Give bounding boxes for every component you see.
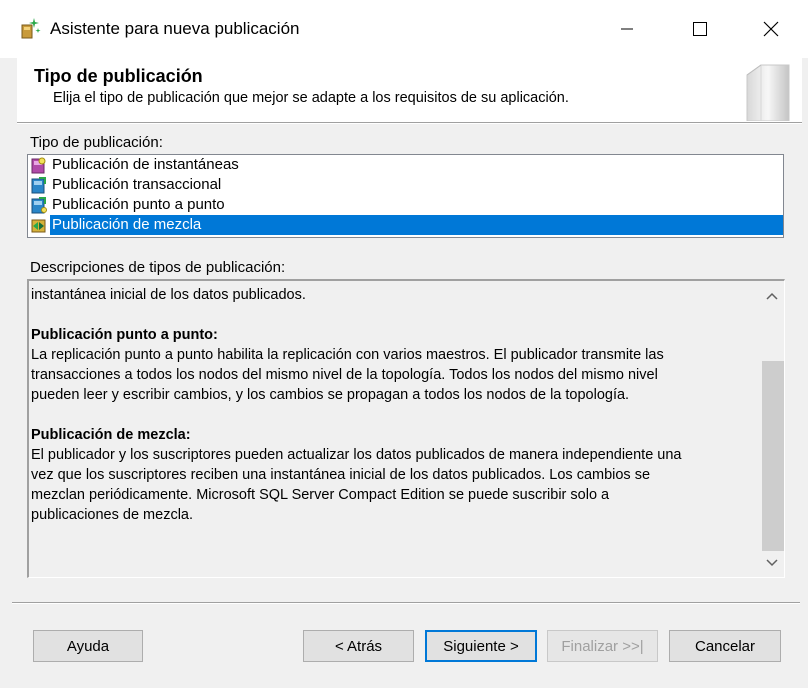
description-line: pueden leer y escribir cambios, y los ca… xyxy=(31,387,630,403)
finish-button[interactable]: Finalizar >>| xyxy=(547,630,658,662)
window-title: Asistente para nueva publicación xyxy=(50,19,300,38)
merge-publication-icon xyxy=(30,217,47,234)
descriptions-text: instantánea inicial de los datos publica… xyxy=(31,285,759,525)
description-line: vez que los suscriptores reciben una ins… xyxy=(31,467,651,483)
wizard-header: Tipo de publicación Elija el tipo de pub… xyxy=(17,58,802,122)
next-button[interactable]: Siguiente > xyxy=(425,630,537,662)
transactional-publication-icon xyxy=(30,177,47,194)
descriptions-label: Descripciones de tipos de publicación: xyxy=(30,259,286,276)
list-item-label: Publicación de instantáneas xyxy=(52,156,239,173)
list-item-label: Publicación de mezcla xyxy=(52,216,202,233)
maximize-button[interactable] xyxy=(665,0,735,58)
page-subtitle: Elija el tipo de publicación que mejor s… xyxy=(53,90,569,106)
list-item-merge[interactable]: Publicación de mezcla xyxy=(31,215,783,235)
title-bar: Asistente para nueva publicación xyxy=(0,0,808,58)
chevron-down-icon xyxy=(766,559,778,567)
peer-to-peer-publication-icon xyxy=(30,197,47,214)
snapshot-publication-icon xyxy=(30,157,47,174)
database-graphic-icon xyxy=(739,61,795,122)
chevron-up-icon xyxy=(766,292,778,300)
description-line: La replicación punto a punto habilita la… xyxy=(31,347,664,363)
list-item-snapshot[interactable]: Publicación de instantáneas xyxy=(28,155,783,175)
description-line: El publicador y los suscriptores pueden … xyxy=(31,447,682,463)
back-button[interactable]: < Atrás xyxy=(303,630,414,662)
scroll-down-button[interactable] xyxy=(760,549,784,577)
list-item-label: Publicación punto a punto xyxy=(52,196,225,213)
minimize-icon xyxy=(621,28,633,30)
list-item-peer-to-peer[interactable]: Publicación punto a punto xyxy=(28,195,783,215)
cancel-button[interactable]: Cancelar xyxy=(669,630,781,662)
close-button[interactable] xyxy=(736,0,806,58)
publication-type-list[interactable]: Publicación de instantáneas Publicación … xyxy=(27,154,784,238)
p2p-heading: Publicación punto a punto: xyxy=(31,327,218,343)
help-button[interactable]: Ayuda xyxy=(33,630,143,662)
header-divider xyxy=(17,122,802,124)
publication-type-label: Tipo de publicación: xyxy=(30,134,163,151)
close-icon xyxy=(763,21,779,37)
description-line: publicaciones de mezcla. xyxy=(31,507,194,523)
description-line: mezclan periódicamente. Microsoft SQL Se… xyxy=(31,487,610,503)
description-line: transacciones a todos los nodos del mism… xyxy=(31,367,658,383)
vertical-scrollbar[interactable] xyxy=(760,281,784,577)
description-line: instantánea inicial de los datos publica… xyxy=(31,287,306,303)
page-title: Tipo de publicación xyxy=(34,66,203,86)
wizard-icon xyxy=(20,16,42,40)
scroll-thumb[interactable] xyxy=(762,361,784,551)
list-item-transactional[interactable]: Publicación transaccional xyxy=(28,175,783,195)
minimize-button[interactable] xyxy=(592,0,662,58)
descriptions-box[interactable]: instantánea inicial de los datos publica… xyxy=(27,279,785,578)
footer-divider xyxy=(12,602,800,604)
list-item-label: Publicación transaccional xyxy=(52,176,222,193)
maximize-icon xyxy=(693,22,707,36)
merge-heading: Publicación de mezcla: xyxy=(31,427,191,443)
scroll-up-button[interactable] xyxy=(760,281,784,311)
